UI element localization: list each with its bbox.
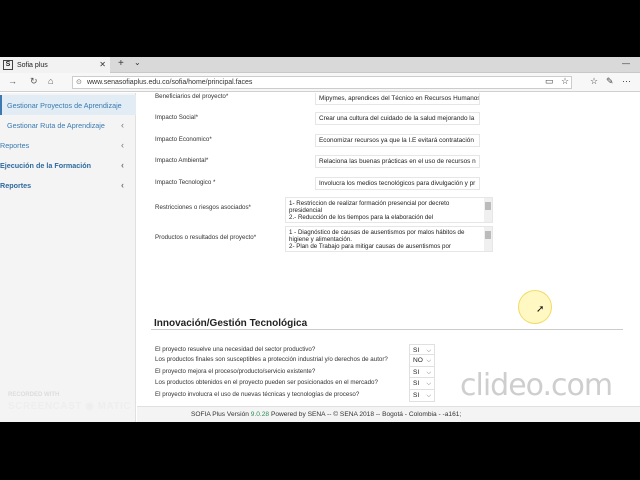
field-label-impacto-economico: Impacto Economico* <box>155 136 212 143</box>
chevron-left-icon: ‹ <box>121 120 124 130</box>
address-bar: → ↻ ⌂ ⊙ www.senasofiaplus.edu.co/sofia/h… <box>0 73 640 92</box>
section-title: Innovación/Gestión Tecnológica <box>154 318 308 329</box>
footer-suffix: Powered by SENA -- © SENA 2018 -- Bogotá… <box>270 411 462 418</box>
field-beneficiarios[interactable]: Mipymes, aprendices del Técnico en Recur… <box>315 93 480 105</box>
lock-icon: ⊙ <box>76 79 82 86</box>
more-icon[interactable]: ⋯ <box>622 76 631 87</box>
chevron-left-icon: ‹ <box>121 180 124 190</box>
chevron-down-icon: ⌵ <box>426 393 431 399</box>
question-label: Los productos finales son susceptibles a… <box>155 356 388 363</box>
new-tab-button[interactable]: + <box>118 58 124 69</box>
tab-list-dropdown[interactable]: ⌄ <box>134 58 141 67</box>
url-text: www.senasofiaplus.edu.co/sofia/home/prin… <box>87 79 253 86</box>
field-label-impacto-tecnologico: Impacto Tecnologico * <box>155 179 216 186</box>
question-select[interactable]: NO ⌵ <box>409 354 435 367</box>
question-label: El proyecto resuelve una necesidad del s… <box>155 346 316 353</box>
sidebar-item-label: Reportes <box>0 180 32 190</box>
question-select[interactable]: SI ⌵ <box>409 377 435 390</box>
select-value: NO <box>413 357 423 364</box>
sidebar-item-reportes[interactable]: Reportes ‹ <box>0 135 136 155</box>
field-label-impacto-ambiental: Impacto Ambiental* <box>155 157 209 164</box>
sidebar-item-label: Gestionar Ruta de Aprendizaje <box>7 120 105 130</box>
cursor-highlight <box>518 290 552 324</box>
footer-prefix: SOFIA Plus Versión <box>191 411 249 418</box>
url-input[interactable]: ⊙ www.senasofiaplus.edu.co/sofia/home/pr… <box>72 76 572 89</box>
reader-view-icon[interactable]: ▭ <box>545 76 554 87</box>
select-value: SI <box>413 369 420 376</box>
tab-title: Sofia plus <box>17 61 48 69</box>
select-value: SI <box>413 392 420 399</box>
sidebar-item-reportes-2[interactable]: Reportes ‹ <box>0 175 136 195</box>
tab-bar: S Sofia plus ✕ + ⌄ — <box>0 57 640 73</box>
field-impacto-ambiental[interactable]: Relaciona las buenas prácticas en el uso… <box>315 155 480 168</box>
mouse-cursor-icon: ➚ <box>536 304 545 315</box>
sidebar-item-gestionar-ruta[interactable]: Gestionar Ruta de Aprendizaje ‹ <box>0 115 136 135</box>
minimize-button[interactable]: — <box>622 59 630 68</box>
sidebar-item-label: Reportes <box>0 140 30 150</box>
home-icon[interactable]: ⌂ <box>48 76 53 86</box>
field-impacto-tecnologico[interactable]: Involucra los medios tecnológicos para d… <box>315 177 480 190</box>
back-icon[interactable]: → <box>8 76 17 86</box>
sidebar-item-gestionar-proyectos[interactable]: Gestionar Proyectos de Aprendizaje <box>0 95 136 115</box>
refresh-icon[interactable]: ↻ <box>30 76 38 87</box>
sidebar: Gestionar Proyectos de Aprendizaje Gesti… <box>0 93 136 422</box>
question-label: El proyecto involucra el uso de nuevas t… <box>155 391 360 398</box>
close-tab-icon[interactable]: ✕ <box>99 60 106 69</box>
field-label-restricciones: Restricciones o riesgos asociados* <box>155 204 251 211</box>
scrollbar[interactable] <box>484 198 492 222</box>
clideo-watermark: clideo.com <box>460 368 613 403</box>
textarea-productos-text: 1 - Diagnóstico de causas de ausentismos… <box>289 229 465 250</box>
field-label-beneficiarios: Beneficiarios del proyecto* <box>155 93 229 100</box>
sidebar-item-label: Ejecución de la Formación <box>0 160 92 170</box>
sofia-tab-icon: S <box>3 60 13 70</box>
textarea-restricciones[interactable]: 1- Restriccion de realizar formación pre… <box>285 197 493 223</box>
select-value: SI <box>413 380 420 387</box>
chevron-down-icon: ⌵ <box>426 358 431 364</box>
question-label: Los productos obtenidos en el proyecto p… <box>155 379 378 386</box>
footer-version: 9.0.28 <box>250 411 270 418</box>
star-icon[interactable]: ☆ <box>561 76 569 87</box>
recorded-with-label: RECORDED WITH <box>8 392 60 398</box>
favorites-icon[interactable]: ☆ <box>590 76 598 87</box>
field-label-impacto-social: Impacto Social* <box>155 114 198 121</box>
scrollbar[interactable] <box>484 227 492 251</box>
tab-sofia-plus[interactable]: S Sofia plus ✕ <box>0 57 110 73</box>
textarea-restricciones-text: 1- Restriccion de realizar formación pre… <box>289 200 450 221</box>
chevron-left-icon: ‹ <box>121 160 124 170</box>
select-value: SI <box>413 347 420 354</box>
screencastomatic-logo: SCREENCAST ◉ MATIC <box>8 401 132 412</box>
question-label: El proyecto mejora el proceso/producto/s… <box>155 368 316 375</box>
share-icon[interactable]: ✎ <box>606 76 614 87</box>
field-impacto-social[interactable]: Crear una cultura del cuidado de la salu… <box>315 112 480 125</box>
section-divider <box>151 329 623 330</box>
field-label-productos: Productos o resultados del proyecto* <box>155 234 257 241</box>
sidebar-item-label: Gestionar Proyectos de Aprendizaje <box>7 100 122 110</box>
chevron-left-icon: ‹ <box>121 140 124 150</box>
sidebar-item-ejecucion-formacion[interactable]: Ejecución de la Formación ‹ <box>0 155 136 175</box>
chevron-down-icon: ⌵ <box>426 381 431 387</box>
question-select[interactable]: SI ⌵ <box>409 389 435 402</box>
footer: SOFIA Plus Versión 9.0.28 Powered by SEN… <box>137 406 640 422</box>
textarea-productos[interactable]: 1 - Diagnóstico de causas de ausentismos… <box>285 226 493 252</box>
field-impacto-economico[interactable]: Economizar recursos ya que la I.E evitar… <box>315 134 480 147</box>
